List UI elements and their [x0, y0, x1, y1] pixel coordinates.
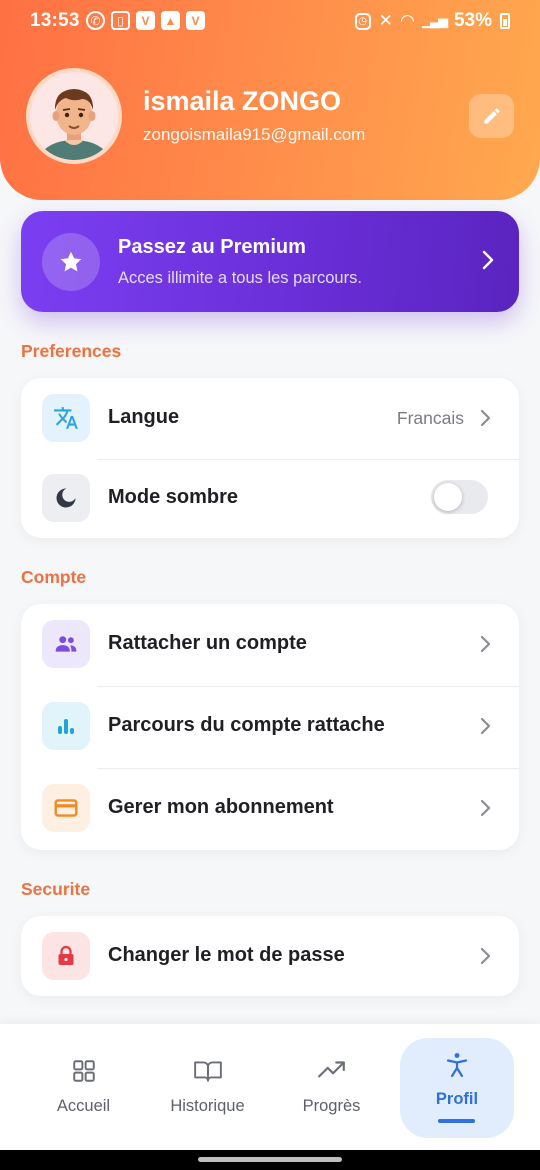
credit-card-icon: [54, 799, 78, 817]
linked-progress-icon-box: [42, 702, 90, 750]
change-password-label: Changer le mot de passe: [108, 944, 345, 966]
section-title-account: Compte: [21, 567, 87, 587]
grid-icon: [72, 1060, 95, 1082]
security-card: Changer le mot de passe: [21, 916, 519, 996]
dark-mode-label: Mode sombre: [108, 486, 239, 508]
nav-home-label: Accueil: [56, 1097, 111, 1115]
chevron-right-icon: [480, 409, 491, 427]
nav-progress-label: Progrès: [302, 1097, 361, 1115]
chevron-right-icon: [480, 799, 491, 817]
avatar[interactable]: [26, 68, 122, 164]
people-icon: [55, 636, 77, 652]
account-card: Rattacher un compte Parcours du compte r…: [21, 604, 519, 850]
lock-icon: [58, 945, 74, 965]
section-title-preferences: Preferences: [21, 341, 122, 361]
app-v-icon: V: [136, 11, 155, 30]
book-icon: [193, 1061, 222, 1082]
avatar-illustration: [38, 89, 110, 160]
wifi-icon: ◠: [400, 11, 414, 30]
app-v-icon-2: V: [186, 11, 205, 30]
whatsapp-icon: ✆: [86, 11, 105, 30]
mute-icon: ✕: [378, 11, 393, 30]
nav-home[interactable]: Accueil: [16, 1024, 151, 1150]
language-icon-box: [42, 394, 90, 442]
nav-progress[interactable]: Progrès: [264, 1024, 399, 1150]
nav-profile-label: Profil: [435, 1090, 479, 1108]
preferences-card: Langue Francais Mode sombre: [21, 378, 519, 538]
chevron-right-icon: [480, 947, 491, 965]
dark-mode-toggle[interactable]: [431, 480, 488, 514]
sim-icon: ▯: [111, 11, 130, 30]
signal-icon: ▁▃▅: [421, 13, 448, 28]
chevron-right-icon: [480, 717, 491, 735]
notification-icons: ✆ ▯ V ▲ V: [86, 11, 205, 30]
trending-up-icon: [317, 1061, 345, 1078]
link-account-row[interactable]: Rattacher un compte: [21, 604, 519, 686]
subscription-label: Gerer mon abonnement: [108, 796, 334, 818]
premium-badge: [42, 233, 100, 291]
subscription-icon-box: [42, 784, 90, 832]
link-account-icon-box: [42, 620, 90, 668]
moon-icon: [56, 488, 76, 508]
language-label: Langue: [108, 406, 180, 428]
toggle-knob: [434, 483, 462, 511]
pencil-icon: [484, 108, 499, 124]
alarm-icon: ◷: [354, 12, 371, 30]
status-time: 13:53: [30, 10, 80, 31]
edit-profile-button[interactable]: [469, 94, 514, 138]
status-bar: 13:53 ✆ ▯ V ▲ V ◷ ✕ ◠ ▁▃▅ 53%: [0, 0, 540, 42]
dark-mode-row: Mode sombre: [21, 458, 519, 538]
nav-history[interactable]: Historique: [140, 1024, 275, 1150]
home-gesture-handle[interactable]: [198, 1157, 342, 1162]
nav-history-label: Historique: [170, 1097, 245, 1115]
battery-percent: 53%: [453, 10, 492, 31]
change-password-icon-box: [42, 932, 90, 980]
section-title-security: Securite: [21, 879, 91, 899]
system-navigation-bar: [0, 1150, 540, 1170]
star-icon: [60, 251, 82, 272]
chevron-right-icon: [480, 635, 491, 653]
linked-progress-label: Parcours du compte rattache: [108, 714, 385, 736]
profile-name: ismaila ZONGO: [143, 86, 342, 116]
language-value: Francais: [396, 408, 464, 428]
profile-email: zongoismaila915@gmail.com: [143, 125, 366, 144]
premium-banner[interactable]: Passez au Premium Acces illimite a tous …: [21, 211, 519, 312]
bottom-navigation: Accueil Historique Progrès Profil: [0, 1024, 540, 1150]
premium-subtitle: Acces illimite a tous les parcours.: [118, 269, 362, 287]
battery-icon: [500, 13, 510, 29]
change-password-row[interactable]: Changer le mot de passe: [21, 916, 519, 996]
bar-chart-icon: [58, 719, 74, 734]
language-row[interactable]: Langue Francais: [21, 378, 519, 458]
premium-title: Passez au Premium: [118, 236, 306, 258]
dark-mode-icon-box: [42, 474, 90, 522]
accessibility-person-icon: [446, 1053, 468, 1078]
subscription-row[interactable]: Gerer mon abonnement: [21, 768, 519, 850]
gallery-icon: ▲: [161, 11, 180, 30]
nav-active-underline: [438, 1119, 475, 1123]
link-account-label: Rattacher un compte: [108, 632, 307, 654]
nav-profile[interactable]: Profil: [400, 1024, 514, 1150]
translate-icon: [54, 407, 78, 429]
linked-progress-row[interactable]: Parcours du compte rattache: [21, 686, 519, 768]
chevron-right-icon: [482, 250, 494, 270]
